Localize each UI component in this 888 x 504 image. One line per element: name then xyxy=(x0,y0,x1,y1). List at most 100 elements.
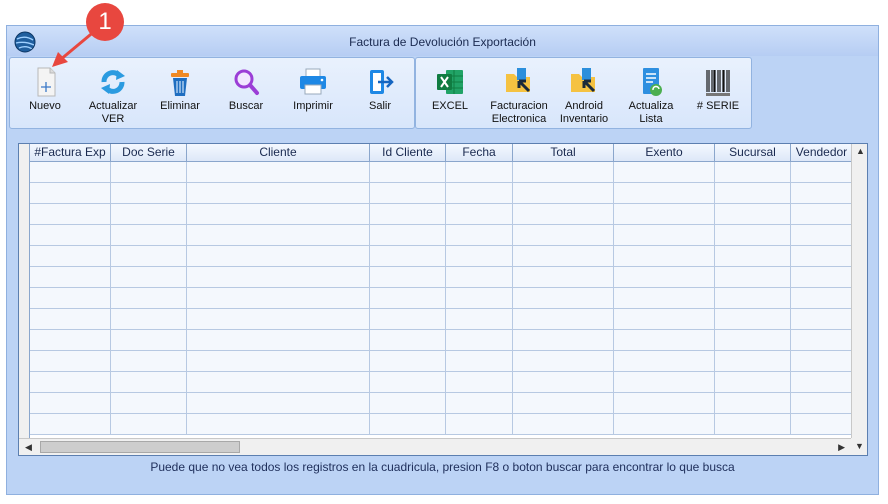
table-cell[interactable] xyxy=(791,393,853,413)
table-row[interactable] xyxy=(30,225,853,246)
table-cell[interactable] xyxy=(715,309,791,329)
table-cell[interactable] xyxy=(111,372,187,392)
table-cell[interactable] xyxy=(30,267,111,287)
serie-button[interactable]: # SERIE xyxy=(688,58,748,128)
table-cell[interactable] xyxy=(513,330,614,350)
table-cell[interactable] xyxy=(30,225,111,245)
vertical-scrollbar[interactable]: ▲ xyxy=(851,144,867,439)
table-cell[interactable] xyxy=(370,393,446,413)
table-cell[interactable] xyxy=(614,330,715,350)
table-row[interactable] xyxy=(30,162,853,183)
table-cell[interactable] xyxy=(513,183,614,203)
table-cell[interactable] xyxy=(715,162,791,182)
table-cell[interactable] xyxy=(446,309,513,329)
table-cell[interactable] xyxy=(513,162,614,182)
column-header-doc-serie[interactable]: Doc Serie xyxy=(111,144,187,162)
table-cell[interactable] xyxy=(446,225,513,245)
table-cell[interactable] xyxy=(715,204,791,224)
table-cell[interactable] xyxy=(715,246,791,266)
table-cell[interactable] xyxy=(370,414,446,434)
table-cell[interactable] xyxy=(187,225,370,245)
table-cell[interactable] xyxy=(715,225,791,245)
table-row[interactable] xyxy=(30,309,853,330)
table-cell[interactable] xyxy=(791,372,853,392)
nuevo-button[interactable]: Nuevo xyxy=(14,58,76,128)
table-cell[interactable] xyxy=(614,204,715,224)
table-cell[interactable] xyxy=(446,162,513,182)
table-cell[interactable] xyxy=(791,351,853,371)
table-cell[interactable] xyxy=(715,351,791,371)
table-cell[interactable] xyxy=(513,372,614,392)
table-cell[interactable] xyxy=(791,267,853,287)
table-cell[interactable] xyxy=(715,330,791,350)
table-cell[interactable] xyxy=(791,246,853,266)
table-cell[interactable] xyxy=(715,288,791,308)
table-cell[interactable] xyxy=(513,246,614,266)
excel-button[interactable]: EXCEL xyxy=(418,58,482,128)
table-cell[interactable] xyxy=(791,288,853,308)
table-cell[interactable] xyxy=(715,267,791,287)
table-cell[interactable] xyxy=(370,183,446,203)
table-cell[interactable] xyxy=(187,288,370,308)
table-cell[interactable] xyxy=(715,414,791,434)
table-row[interactable] xyxy=(30,330,853,351)
table-cell[interactable] xyxy=(791,225,853,245)
table-cell[interactable] xyxy=(614,162,715,182)
table-cell[interactable] xyxy=(30,330,111,350)
table-cell[interactable] xyxy=(370,288,446,308)
table-cell[interactable] xyxy=(370,372,446,392)
table-cell[interactable] xyxy=(614,225,715,245)
table-cell[interactable] xyxy=(111,414,187,434)
scroll-down-icon[interactable]: ▼ xyxy=(855,441,864,451)
table-cell[interactable] xyxy=(614,393,715,413)
table-row[interactable] xyxy=(30,414,853,435)
table-cell[interactable] xyxy=(187,204,370,224)
column-header-vendedor[interactable]: Vendedor xyxy=(791,144,853,162)
table-cell[interactable] xyxy=(513,351,614,371)
table-cell[interactable] xyxy=(30,183,111,203)
table-cell[interactable] xyxy=(370,330,446,350)
table-cell[interactable] xyxy=(370,309,446,329)
table-cell[interactable] xyxy=(111,162,187,182)
table-cell[interactable] xyxy=(370,351,446,371)
table-cell[interactable] xyxy=(614,288,715,308)
column-header-factura[interactable]: #Factura Exp xyxy=(30,144,111,162)
table-cell[interactable] xyxy=(446,351,513,371)
column-header-id-cliente[interactable]: Id Cliente xyxy=(370,144,446,162)
eliminar-button[interactable]: Eliminar xyxy=(150,58,210,128)
table-cell[interactable] xyxy=(370,225,446,245)
scroll-right-icon[interactable]: ▶ xyxy=(838,442,845,453)
table-cell[interactable] xyxy=(513,414,614,434)
table-cell[interactable] xyxy=(513,288,614,308)
table-row[interactable] xyxy=(30,204,853,225)
table-cell[interactable] xyxy=(791,309,853,329)
column-header-total[interactable]: Total xyxy=(513,144,614,162)
table-cell[interactable] xyxy=(30,393,111,413)
table-cell[interactable] xyxy=(614,351,715,371)
salir-button[interactable]: Salir xyxy=(350,58,410,128)
table-cell[interactable] xyxy=(513,204,614,224)
table-cell[interactable] xyxy=(30,246,111,266)
table-cell[interactable] xyxy=(111,183,187,203)
horizontal-scrollbar[interactable]: ◀ ▶ xyxy=(19,438,851,455)
table-cell[interactable] xyxy=(446,288,513,308)
table-cell[interactable] xyxy=(30,204,111,224)
table-cell[interactable] xyxy=(111,267,187,287)
table-cell[interactable] xyxy=(111,309,187,329)
table-cell[interactable] xyxy=(715,393,791,413)
table-cell[interactable] xyxy=(614,309,715,329)
table-cell[interactable] xyxy=(614,372,715,392)
table-cell[interactable] xyxy=(187,351,370,371)
android-inventario-button[interactable]: Android Inventario xyxy=(554,58,614,128)
table-cell[interactable] xyxy=(614,246,715,266)
table-cell[interactable] xyxy=(111,225,187,245)
table-cell[interactable] xyxy=(446,414,513,434)
table-cell[interactable] xyxy=(187,309,370,329)
table-cell[interactable] xyxy=(513,393,614,413)
table-cell[interactable] xyxy=(30,309,111,329)
horizontal-scroll-thumb[interactable] xyxy=(40,441,240,453)
actualiza-lista-button[interactable]: Actualiza Lista xyxy=(620,58,682,128)
table-row[interactable] xyxy=(30,267,853,288)
table-row[interactable] xyxy=(30,372,853,393)
table-cell[interactable] xyxy=(791,414,853,434)
